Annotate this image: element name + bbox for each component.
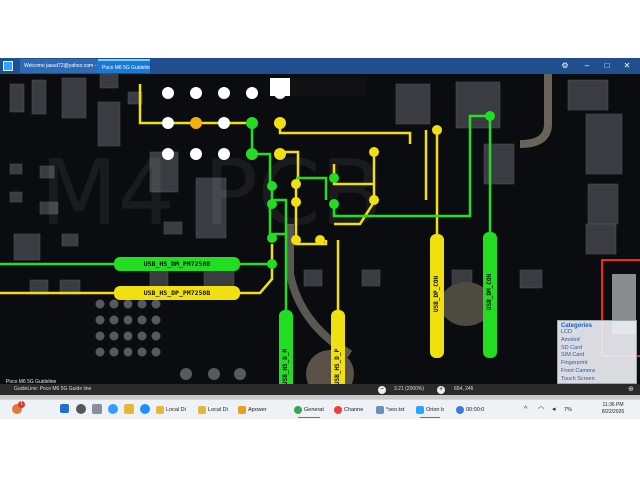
start-icon[interactable]	[60, 404, 69, 413]
settings-icon[interactable]: ⚙	[556, 58, 574, 74]
wifi-icon[interactable]: ◠	[538, 402, 544, 418]
file-explorer-icon[interactable]	[124, 404, 134, 414]
minimize-button[interactable]: –	[578, 58, 596, 74]
task-view-icon[interactable]	[92, 404, 102, 414]
schematic-board-view[interactable]: M4 PCB USB_HS_DM_PM7250B USB_HS_DP_PM725…	[0, 74, 640, 398]
clock[interactable]: 11:36 PM 8/22/2026	[592, 402, 634, 416]
taskbar-item-seo-txt[interactable]: *seo.txt	[376, 402, 404, 418]
apower-icon	[238, 405, 246, 414]
bga-balls	[95, 299, 246, 380]
taskbar-item-orion[interactable]: Orion b	[416, 402, 444, 418]
tray-chevron-icon[interactable]: ^	[524, 402, 527, 418]
orion-icon	[416, 405, 424, 414]
volume-icon[interactable]: ◂	[552, 402, 556, 418]
taskbar-item-label: 00:00:0	[466, 407, 485, 413]
viewer-statusbar: Poco M6 5G Guideline GuideLine: Poco M6 …	[0, 379, 640, 395]
browser-titlebar: Welcome jasud72@yahoo.com - Orion Poco M…	[0, 58, 640, 74]
search-icon[interactable]	[76, 404, 86, 414]
net-label-usb-hs-dm-pm7250b[interactable]: USB_HS_DM_PM7250B	[114, 260, 240, 268]
zoom-in-button[interactable]: +	[437, 385, 445, 394]
category-item[interactable]: SD Card	[561, 345, 633, 353]
cursor-coords: 654, 246	[454, 386, 474, 392]
chrome-icon	[294, 405, 302, 414]
category-item[interactable]: Front Camera	[561, 368, 633, 376]
taskbar-item-label: Channe	[344, 407, 364, 413]
category-item[interactable]: Amoled	[561, 337, 633, 345]
edge-icon[interactable]	[108, 404, 118, 414]
folder-icon	[156, 405, 164, 414]
clock-time: 11:36 PM	[602, 402, 624, 408]
category-item[interactable]: Fingerprint	[561, 360, 633, 368]
net-label-usb-dm-con[interactable]: USB_DM_CON	[486, 252, 496, 332]
category-item[interactable]: SIM Card	[561, 352, 633, 360]
globe-icon[interactable]: ⊕	[628, 384, 634, 395]
maximize-button[interactable]: □	[598, 58, 616, 74]
close-button[interactable]: ✕	[618, 58, 636, 74]
svg-text:M4 PCB: M4 PCB	[40, 141, 382, 246]
taskbar-item-generat[interactable]: Generat	[294, 402, 324, 418]
battery-percent: 7%	[564, 407, 572, 413]
taskbar-item-label: Generat	[304, 407, 324, 413]
zoom-out-button[interactable]: −	[378, 385, 386, 394]
category-item[interactable]: LCD	[561, 329, 633, 337]
windows-taskbar: 1 Local Di Local Di Apower Generat Chann…	[0, 399, 640, 419]
taskbar-item-local-disk-1[interactable]: Local Di	[156, 402, 186, 418]
notification-badge: 1	[18, 401, 25, 408]
board-graphics: M4 PCB	[0, 74, 640, 398]
folder-icon	[198, 405, 206, 414]
app-icon[interactable]	[3, 61, 13, 71]
net-label-usb-hs-dp-pm7250b[interactable]: USB_HS_DP_PM7250B	[114, 289, 240, 297]
taskbar-item-label: Apower	[248, 407, 267, 413]
taskbar-item-label: Orion b	[426, 407, 445, 413]
taskbar-item-apower[interactable]: Apower	[238, 402, 267, 418]
guideline-title: GuideLine: Poco M6 5G Guide line	[14, 386, 92, 392]
categories-panel: Categories LCD Amoled SD Card SIM Card F…	[557, 320, 637, 384]
notepad-icon	[376, 405, 384, 414]
clock-date: 8/22/2026	[601, 409, 625, 415]
taskbar-item-label: Local Di	[166, 407, 186, 413]
battery-indicator[interactable]: 7%	[564, 402, 572, 418]
net-label-usb-dp-con[interactable]: USB_DP_CON	[433, 254, 443, 334]
recorder-icon	[456, 405, 464, 414]
taskbar-item-label: *seo.txt	[386, 407, 405, 413]
taskbar-item-channe[interactable]: Channe	[334, 402, 363, 418]
category-item[interactable]: Touch Screen	[561, 376, 633, 384]
taskbar-item-local-disk-2[interactable]: Local Di	[198, 402, 228, 418]
tab-guideline[interactable]: Poco M6 5G Guideline	[98, 59, 150, 73]
tab-welcome[interactable]: Welcome jasud72@yahoo.com - Orion	[20, 59, 98, 73]
zoom-level: 3.21 (2000%)	[394, 386, 425, 392]
taskbar-item-recorder[interactable]: 00:00:0	[456, 402, 484, 418]
chrome-icon	[334, 405, 342, 414]
browser-icon[interactable]	[140, 404, 150, 414]
taskbar-item-label: Local Di	[208, 407, 228, 413]
